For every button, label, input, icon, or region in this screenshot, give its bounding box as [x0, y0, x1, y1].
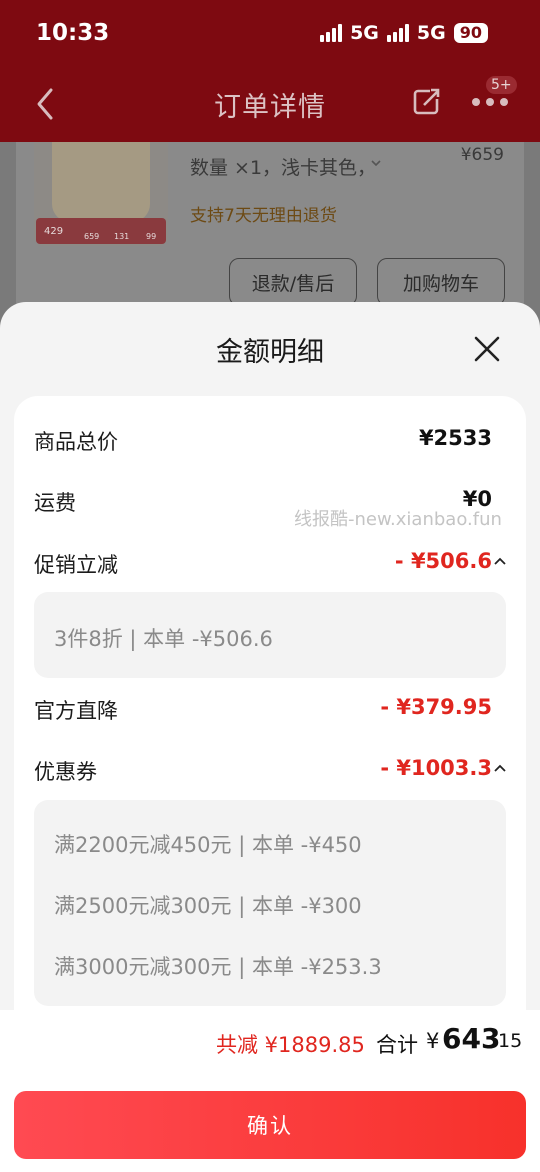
watermark-text: 线报酷-new.xianbao.fun: [294, 509, 502, 530]
coupon-detail-box: 满2200元减450元 | 本单 -¥450 满2500元减300元 | 本单 …: [34, 800, 506, 1006]
navbar: 订单详情 5+: [0, 70, 540, 142]
status-time: 10:33: [36, 20, 110, 46]
status-bar: 10:33 5G 5G 90: [0, 0, 540, 70]
total-sum-label: 合计: [376, 1033, 418, 1057]
page-title: 订单详情: [214, 92, 326, 123]
official-discount-label: 官方直降: [34, 699, 118, 723]
amount-detail-card: 商品总价 ¥2533 运费 ¥0 促销立减 - ¥506.6 3件8折 | 本单…: [14, 396, 526, 1036]
network-label-2: 5G: [416, 22, 446, 44]
status-indicators: 5G 5G 90: [320, 22, 488, 44]
close-icon[interactable]: [474, 336, 500, 362]
total-bar: 共减 ¥1889.85 合计 ¥ 643 .15: [0, 1010, 540, 1082]
coupon-label: 优惠券: [34, 760, 97, 784]
thumb-price-2: 659: [84, 232, 100, 241]
thumb-price-4: 99: [146, 232, 157, 241]
add-cart-button[interactable]: 加购物车: [377, 258, 505, 306]
product-thumbnail[interactable]: 429 659 131 99: [34, 142, 168, 246]
refund-button[interactable]: 退款/售后: [229, 258, 357, 306]
coupon-detail-line: 满2500元减300元 | 本单 -¥300: [54, 894, 362, 918]
coupon-detail-line: 满2200元减450元 | 本单 -¥450: [54, 833, 362, 857]
goods-total-label: 商品总价: [34, 430, 118, 454]
total-reduction: 共减 ¥1889.85: [216, 1033, 365, 1057]
product-quantity-spec[interactable]: 数量 ×1，浅卡其色，: [190, 153, 376, 180]
confirm-area: 确认: [0, 1082, 540, 1172]
goods-total-value: ¥2533: [418, 426, 492, 450]
thumb-price-1: 429: [44, 226, 64, 237]
more-badge: 5+: [486, 76, 517, 94]
promo-label: 促销立减: [34, 553, 118, 577]
shipping-label: 运费: [34, 491, 76, 515]
more-icon[interactable]: [470, 96, 510, 108]
total-amount-decimal: .15: [492, 1030, 523, 1052]
return-policy: 支持7天无理由退货: [190, 206, 337, 226]
coupon-detail-line: 满3000元减300元 | 本单 -¥253.3: [54, 955, 382, 979]
sheet-title: 金额明细: [216, 337, 324, 368]
network-label-1: 5G: [350, 22, 379, 44]
chevron-up-icon[interactable]: [494, 764, 506, 772]
total-currency-symbol: ¥: [426, 1029, 440, 1053]
coupon-value[interactable]: - ¥1003.3: [380, 756, 492, 780]
battery-icon: 90: [453, 23, 488, 43]
thumb-price-3: 131: [114, 232, 130, 241]
confirm-button[interactable]: 确认: [14, 1091, 526, 1159]
signal-icon-2: [386, 24, 409, 42]
official-discount-value: - ¥379.95: [380, 695, 492, 719]
shirt-image: [52, 142, 150, 222]
promo-detail-box: 3件8折 | 本单 -¥506.6: [34, 592, 506, 678]
background-left-strip: [0, 142, 16, 312]
share-icon[interactable]: [410, 86, 442, 118]
signal-icon: [320, 24, 343, 42]
promo-value[interactable]: - ¥506.6: [395, 549, 492, 573]
chevron-up-icon[interactable]: [494, 557, 506, 565]
promo-detail-line: 3件8折 | 本单 -¥506.6: [54, 627, 273, 651]
chevron-down-icon[interactable]: [370, 158, 382, 168]
product-price: ¥659: [460, 145, 504, 165]
